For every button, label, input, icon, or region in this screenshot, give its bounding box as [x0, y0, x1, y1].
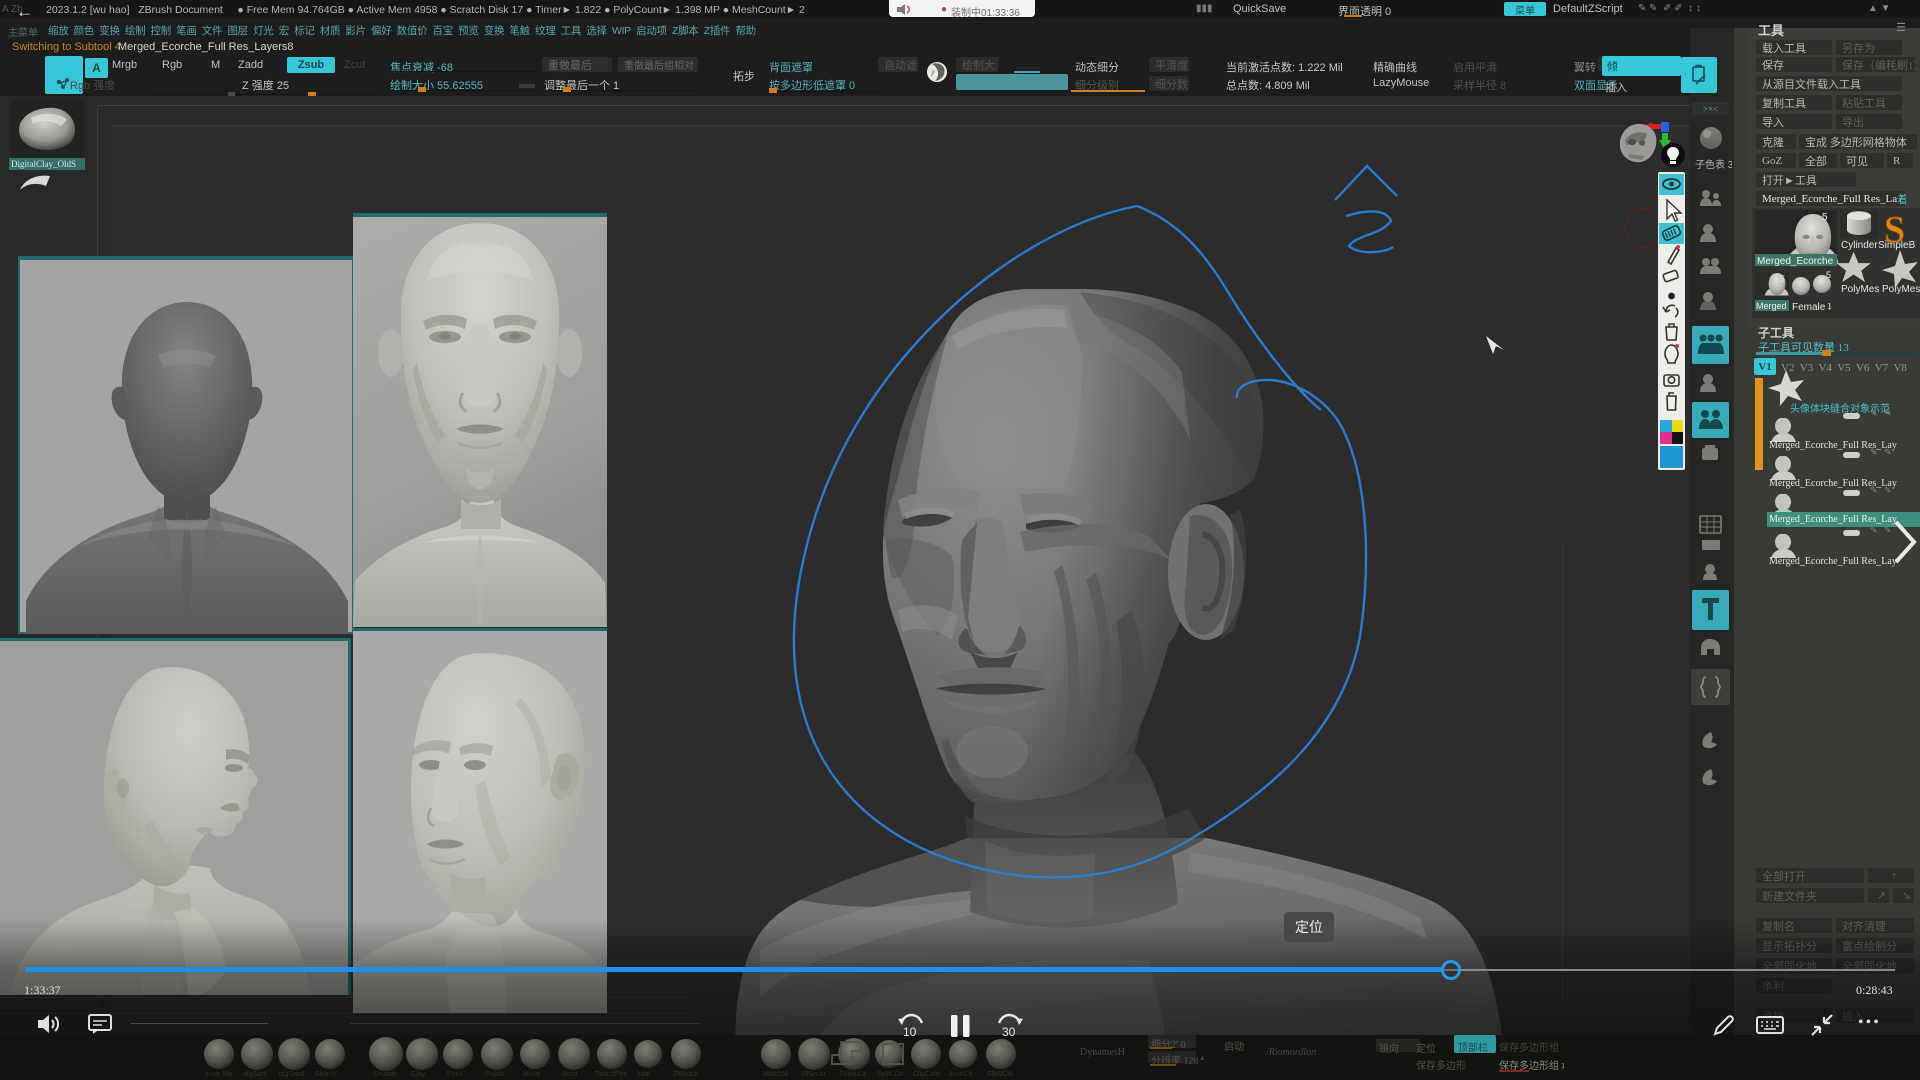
svg-text:PolyMes: PolyMes: [1882, 284, 1920, 295]
svg-text:SimpleB: SimpleB: [1878, 240, 1916, 251]
svg-text:Norst: Norst: [561, 1071, 578, 1078]
svg-text:ClipCom: ClipCom: [913, 1071, 940, 1078]
svg-text:SlbNCld: SlbNCld: [987, 1071, 1013, 1078]
svg-text:digSand: digSand: [279, 1071, 305, 1078]
svg-text:5: 5: [1822, 212, 1828, 223]
svg-text:SdilntiLa: SdilntiLa: [839, 1071, 866, 1078]
svg-text:Smooth: Smooth: [373, 1071, 397, 1078]
svg-text:SMirns: SMirns: [315, 1071, 337, 1078]
svg-text:AmirCo: AmirCo: [949, 1071, 972, 1078]
svg-text:10: 10: [903, 1025, 917, 1038]
svg-text:ZModus: ZModus: [673, 1071, 699, 1078]
svg-text:TporstPen: TporstPen: [595, 1071, 627, 1078]
svg-text:30: 30: [1002, 1025, 1016, 1038]
svg-text:Merged: Merged: [1756, 301, 1787, 311]
svg-text:Cylinder: Cylinder: [1841, 240, 1878, 251]
svg-text:Move: Move: [523, 1071, 540, 1078]
svg-text:digSant: digSant: [243, 1071, 267, 1078]
svg-text:Point: Point: [447, 1071, 463, 1078]
svg-text:PolyMes: PolyMes: [1841, 284, 1879, 295]
svg-text:MNirrior: MNirrior: [801, 1071, 827, 1078]
svg-text:SelitLDo: SelitLDo: [877, 1071, 904, 1078]
svg-text:Merged_Ecorche: Merged_Ecorche: [1757, 256, 1834, 267]
svg-text:5: 5: [1780, 274, 1785, 284]
svg-text:MatchM: MatchM: [763, 1071, 788, 1078]
svg-text:Clay: Clay: [411, 1071, 426, 1078]
svg-text:Polish: Polish: [485, 1071, 504, 1078]
svg-text:5: 5: [1826, 270, 1831, 280]
svg-text:子色表 3: 子色表 3: [1695, 158, 1732, 171]
svg-text:Inlat: Inlat: [637, 1071, 650, 1078]
svg-text:Inser Ma: Inser Ma: [205, 1071, 232, 1078]
svg-text:Female ʇ: Female ʇ: [1792, 302, 1831, 313]
